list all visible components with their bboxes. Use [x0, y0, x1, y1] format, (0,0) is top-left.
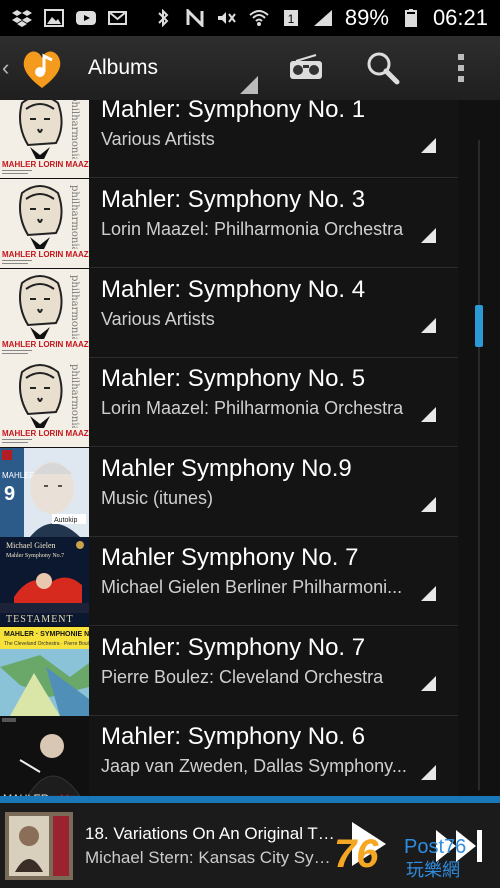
watermark-subtext: 玩樂網: [406, 860, 460, 881]
album-row[interactable]: philharmoniaMAHLER LORIN MAAZEL Mahler: S…: [0, 358, 458, 447]
album-artist: Various Artists: [101, 129, 215, 149]
context-menu-icon[interactable]: [421, 318, 436, 333]
album-row[interactable]: Michael Gielen Mahler Symphony No.7 TESTAM…: [0, 537, 458, 626]
album-title: Mahler: Symphony No. 3: [101, 186, 366, 213]
context-menu-icon[interactable]: [421, 586, 436, 601]
svg-text:MAHLER LORIN MAAZEL: MAHLER LORIN MAAZEL: [2, 429, 89, 438]
context-menu-icon[interactable]: [421, 497, 436, 512]
bluetooth-icon: [158, 9, 169, 27]
gallery-icon: [44, 9, 64, 27]
album-artist: Lorin Maazel: Philharmonia Orchestra: [101, 398, 404, 418]
album-row[interactable]: philharmoniaMAHLER LORIN MAAZEL Mahler: S…: [0, 269, 458, 358]
album-row[interactable]: philharmoniaMAHLER LORIN MAAZEL Mahler: S…: [0, 179, 458, 268]
radio-icon: [290, 54, 322, 79]
dropbox-icon: [12, 10, 32, 27]
progress-line: [0, 796, 500, 803]
album-title: Mahler: Symphony No. 4: [101, 276, 366, 303]
svg-text:MAHLER: MAHLER: [2, 471, 36, 480]
album-cover: MAHLER 9 Autokip: [0, 448, 89, 537]
album-cover: MAHLER · SYMPHONIE NO.7 The Cleveland Orc…: [0, 627, 89, 716]
album-cover: Michael Gielen Mahler Symphony No.7 TESTAM…: [0, 537, 89, 626]
album-title: Mahler: Symphony No. 6: [101, 723, 366, 750]
context-menu-icon[interactable]: [421, 676, 436, 691]
signal-icon: [313, 10, 332, 26]
dropdown-indicator-icon: [240, 76, 258, 94]
page-title: Albums: [88, 56, 159, 79]
album-cover: philharmoniaMAHLER LORIN MAAZEL: [0, 179, 89, 268]
album-row[interactable]: MAHLERM Mahler: Symphony No. 6 Jaap van Zw…: [0, 716, 458, 796]
watermark-number: 76: [334, 832, 379, 876]
radio-button[interactable]: [276, 36, 336, 100]
search-button[interactable]: [353, 36, 413, 100]
now-playing-artist: Michael Stern: Kansas City Sym...: [85, 847, 335, 867]
overflow-menu-button[interactable]: [431, 36, 491, 100]
album-artist: Pierre Boulez: Cleveland Orchestra: [101, 667, 384, 687]
context-menu-icon[interactable]: [421, 407, 436, 422]
svg-text:9: 9: [4, 483, 15, 505]
album-title: Mahler: Symphony No. 5: [101, 365, 366, 392]
clock: 06:21: [432, 5, 488, 30]
wifi-icon: [249, 10, 269, 26]
app-logo-icon[interactable]: [18, 44, 66, 92]
album-artist: Various Artists: [101, 309, 215, 329]
context-menu-icon[interactable]: [421, 228, 436, 243]
scrollbar-thumb[interactable]: [475, 305, 483, 347]
scrollbar-track: [478, 140, 480, 790]
search-icon: [367, 52, 400, 85]
album-title: Mahler Symphony No. 7: [101, 544, 359, 571]
svg-text:Autokip: Autokip: [54, 517, 77, 524]
sim-icon: 1: [283, 10, 298, 26]
album-artist: Michael Gielen Berliner Philharmoni...: [101, 577, 403, 597]
svg-text:TESTAMENT: TESTAMENT: [6, 614, 74, 625]
view-selector[interactable]: Albums: [88, 36, 238, 100]
battery-icon: [404, 9, 417, 27]
svg-text:Mahler Symphony No.7: Mahler Symphony No.7: [6, 553, 64, 559]
album-title: Mahler Symphony No.9: [101, 455, 352, 482]
album-list[interactable]: philharmoniaMAHLER LORIN MAAZELMahler: S…: [0, 100, 500, 796]
album-row[interactable]: philharmoniaMAHLER LORIN MAAZEL Mahler: S…: [0, 100, 458, 178]
album-row[interactable]: MAHLER · SYMPHONIE NO.7 The Cleveland Orc…: [0, 627, 458, 716]
now-playing-title: 18. Variations On An Original Th...: [85, 823, 335, 843]
svg-text:philharmonia: philharmonia: [69, 185, 80, 253]
back-chevron-icon[interactable]: ‹: [2, 55, 16, 81]
album-title: Mahler: Symphony No. 1: [101, 100, 366, 123]
svg-text:philharmonia: philharmonia: [69, 364, 80, 432]
album-artist: Music (itunes): [101, 488, 214, 508]
context-menu-icon[interactable]: [421, 138, 436, 153]
album-cover: philharmoniaMAHLER LORIN MAAZEL: [0, 358, 89, 447]
svg-text:Michael Gielen: Michael Gielen: [6, 541, 56, 550]
mail-icon: [108, 11, 127, 25]
album-cover: philharmoniaMAHLER LORIN MAAZEL: [0, 100, 89, 178]
album-row[interactable]: MAHLER 9 Autokip Mahler Symphony No.9 Music …: [0, 448, 458, 537]
overflow-menu-icon: [458, 54, 464, 82]
youtube-icon: [76, 11, 96, 25]
svg-text:The Cleveland Orchestra · Pier: The Cleveland Orchestra · Pierre Boulez: [4, 641, 89, 647]
svg-text:MAHLER LORIN MAAZEL: MAHLER LORIN MAAZEL: [2, 250, 89, 259]
svg-text:philharmonia: philharmonia: [69, 275, 80, 343]
context-menu-icon[interactable]: [421, 765, 436, 780]
svg-text:philharmonia: philharmonia: [69, 100, 80, 163]
svg-text:MAHLER · SYMPHONIE NO.7: MAHLER · SYMPHONIE NO.7: [4, 631, 89, 638]
svg-text:MAHLER LORIN MAAZEL: MAHLER LORIN MAAZEL: [2, 160, 89, 169]
svg-text:1: 1: [288, 12, 295, 26]
album-artist: Lorin Maazel: Philharmonia Orchestra: [101, 219, 404, 239]
svg-text:MAHLER LORIN MAAZEL: MAHLER LORIN MAAZEL: [2, 340, 89, 349]
battery-percent: 89%: [344, 5, 389, 30]
album-title: Mahler: Symphony No. 7: [101, 634, 366, 661]
mute-icon: [217, 12, 236, 24]
now-playing-cover: [5, 811, 73, 880]
album-cover: MAHLERM: [0, 716, 89, 796]
album-artist: Jaap van Zweden, Dallas Symphony...: [101, 756, 407, 776]
status-bar: 1 89% 06:21: [0, 0, 500, 36]
album-cover: philharmoniaMAHLER LORIN MAAZEL: [0, 269, 89, 358]
nfc-icon: [186, 9, 204, 27]
